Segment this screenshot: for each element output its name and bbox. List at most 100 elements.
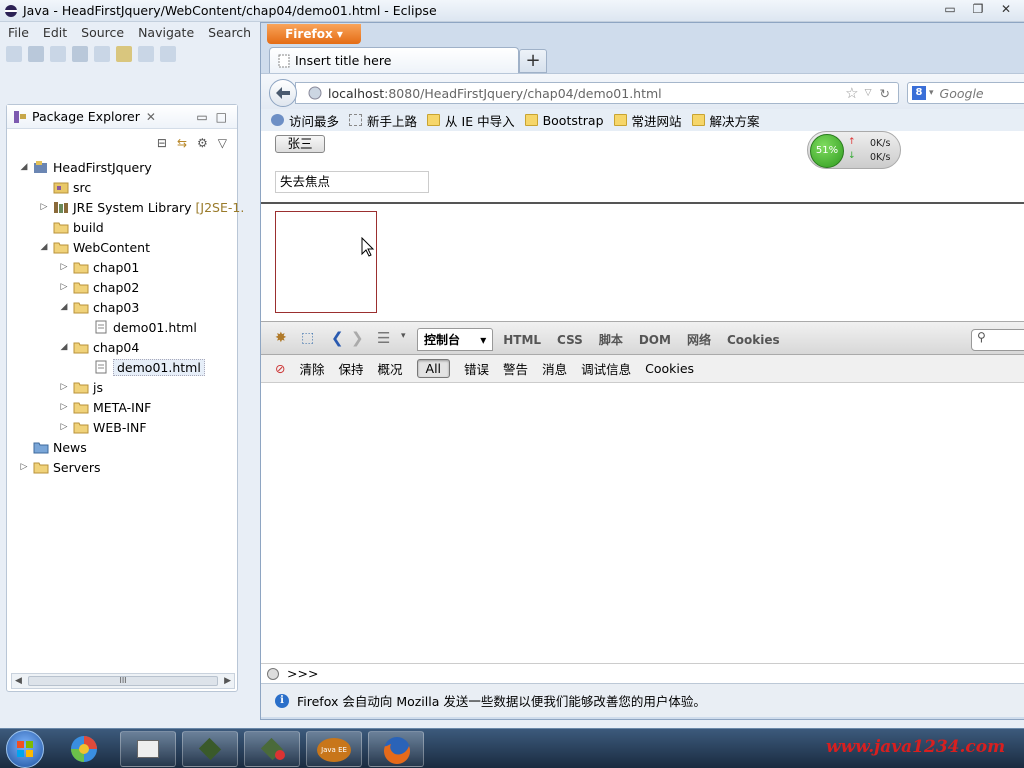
inspect-icon[interactable]: ⬚ xyxy=(301,330,314,346)
start-button[interactable] xyxy=(6,730,44,768)
minimize-view-icon[interactable]: ▭ xyxy=(196,110,207,124)
tree-item-js[interactable]: ▷ js xyxy=(59,377,103,397)
tree-item-chap04[interactable]: ◢ chap04 xyxy=(59,337,140,357)
tree-item-chap03[interactable]: ◢ chap03 xyxy=(59,297,140,317)
tree-item-chap04-demo01[interactable]: demo01.html xyxy=(79,357,205,377)
command-line[interactable]: >>> xyxy=(261,663,1024,683)
tab-html[interactable]: HTML xyxy=(503,333,541,347)
tree-item-build[interactable]: build xyxy=(39,217,104,237)
minimize-button[interactable]: ▭ xyxy=(938,0,962,18)
bookmark-frequent-sites[interactable]: 常进网站 xyxy=(613,111,682,130)
download-arrow-icon: ↓ xyxy=(848,151,856,161)
clear-console-icon[interactable]: ⊘ xyxy=(275,361,285,376)
back-icon[interactable]: ❮ xyxy=(331,329,344,347)
filter-warnings[interactable]: 警告 xyxy=(503,359,528,378)
menu-navigate[interactable]: Navigate xyxy=(138,25,194,40)
tree-item-jre-library[interactable]: ▷ JRE System Library [J2SE-1. xyxy=(39,197,245,217)
tree-item-chap01[interactable]: ▷ chap01 xyxy=(59,257,140,277)
tab-dom[interactable]: DOM xyxy=(639,333,671,347)
taskbar-app-chrome-like[interactable] xyxy=(56,731,112,767)
tree-item-chap02[interactable]: ▷ chap02 xyxy=(59,277,140,297)
tab-cookies[interactable]: Cookies xyxy=(727,333,780,347)
new-icon[interactable] xyxy=(6,46,22,62)
restore-button[interactable]: ❐ xyxy=(966,0,990,18)
tree-item-meta-inf[interactable]: ▷ META-INF xyxy=(59,397,152,417)
filter-cookies[interactable]: Cookies xyxy=(645,361,694,376)
menu-edit[interactable]: Edit xyxy=(43,25,67,40)
filter-persist[interactable]: 保持 xyxy=(339,359,364,378)
tab-script[interactable]: 脚本 xyxy=(599,331,623,348)
collapse-all-icon[interactable]: ⊟ xyxy=(157,136,167,150)
menu-file[interactable]: File xyxy=(8,25,29,40)
window-app-icon xyxy=(137,740,159,758)
taskbar-app-eclipse[interactable] xyxy=(182,731,238,767)
history-dropdown-icon[interactable]: ▽ xyxy=(865,88,872,98)
tree-item-web-inf[interactable]: ▷ WEB-INF xyxy=(59,417,147,437)
taskbar-app-javaee[interactable]: Java EE xyxy=(306,731,362,767)
save-icon[interactable] xyxy=(28,46,44,62)
close-view-icon[interactable]: ✕ xyxy=(146,110,156,124)
tree-item-news[interactable]: News xyxy=(19,437,87,457)
back-icon[interactable] xyxy=(138,46,154,62)
firebug-search-input[interactable]: ⚲ xyxy=(971,329,1024,351)
tab-net[interactable]: 网络 xyxy=(687,331,711,348)
taskbar-app-tool[interactable] xyxy=(244,731,300,767)
search-bar[interactable]: 8 ▾ Google xyxy=(907,82,1024,104)
close-button[interactable]: ✕ xyxy=(994,0,1018,18)
filter-profile[interactable]: 概况 xyxy=(378,359,403,378)
new-tab-button[interactable]: + xyxy=(519,49,547,73)
bookmark-getting-started[interactable]: 新手上路 xyxy=(349,111,417,130)
print-icon[interactable] xyxy=(72,46,88,62)
url-bar[interactable]: localhost:8080/HeadFirstJquery/chap04/de… xyxy=(295,82,899,104)
taskbar-app-explorer[interactable] xyxy=(120,731,176,767)
menu-source[interactable]: Source xyxy=(81,25,124,40)
browser-tab[interactable]: Insert title here xyxy=(269,47,519,73)
toolbar-tool-icon[interactable] xyxy=(94,46,110,62)
tree-item-webcontent[interactable]: ◢ WebContent xyxy=(39,237,150,257)
filter-clear[interactable]: 清除 xyxy=(299,359,324,378)
back-button[interactable] xyxy=(269,79,297,107)
blur-input[interactable]: 失去焦点 xyxy=(275,171,429,193)
list-icon[interactable]: ☰ xyxy=(377,329,390,347)
tab-css[interactable]: CSS xyxy=(557,333,583,347)
tree-item-chap03-demo01[interactable]: demo01.html xyxy=(79,317,197,337)
chevron-down-icon[interactable]: ▾ xyxy=(401,331,406,341)
firebug-icon[interactable]: ✸ xyxy=(275,330,287,346)
filter-all[interactable]: All xyxy=(416,359,451,378)
tree-item-src[interactable]: src xyxy=(39,177,91,197)
zhangsan-button[interactable]: 张三 xyxy=(275,135,325,153)
tab-console[interactable]: 控制台 ▾ xyxy=(417,328,494,351)
bookmark-bootstrap[interactable]: Bootstrap xyxy=(524,113,604,128)
tree-item-servers[interactable]: ▷ Servers xyxy=(19,457,101,477)
command-editor-icon[interactable] xyxy=(267,667,279,680)
horizontal-scrollbar[interactable]: ◀ III ▶ xyxy=(11,673,235,689)
bookmark-most-visited[interactable]: 访问最多 xyxy=(271,111,339,130)
forward-icon[interactable] xyxy=(160,46,176,62)
toolbar-tool2-icon[interactable] xyxy=(116,46,132,62)
scroll-left-icon[interactable]: ◀ xyxy=(15,676,22,686)
menu-search[interactable]: Search xyxy=(208,25,251,40)
notice-text: Firefox 会自动向 Mozilla 发送一些数据以便我们能够改善您的用户体… xyxy=(297,694,706,709)
filter-debug[interactable]: 调试信息 xyxy=(581,359,631,378)
filter-info[interactable]: 消息 xyxy=(542,359,567,378)
scroll-right-icon[interactable]: ▶ xyxy=(224,676,231,686)
chevron-down-icon[interactable]: ▽ xyxy=(218,136,227,150)
reload-icon[interactable]: ↻ xyxy=(880,86,890,101)
bookmark-star-icon[interactable]: ☆ xyxy=(845,84,858,102)
search-engine-dropdown-icon[interactable]: ▾ xyxy=(929,88,934,98)
bookmark-solutions[interactable]: 解决方案 xyxy=(691,111,760,130)
forward-icon[interactable]: ❯ xyxy=(351,329,364,347)
firefox-menu-button[interactable]: Firefox ▾ xyxy=(267,24,361,44)
scroll-thumb[interactable]: III xyxy=(27,676,219,686)
filter-errors[interactable]: 错误 xyxy=(464,359,489,378)
save-all-icon[interactable] xyxy=(50,46,66,62)
view-menu-icon[interactable]: ⚙ xyxy=(197,136,208,150)
bookmark-import-ie[interactable]: 从 IE 中导入 xyxy=(427,111,515,130)
link-editor-icon[interactable]: ⇆ xyxy=(177,136,187,150)
maximize-view-icon[interactable]: □ xyxy=(216,110,227,124)
taskbar-app-firefox[interactable] xyxy=(368,731,424,767)
folder-icon xyxy=(33,442,49,454)
tree-item-headfirstjquery[interactable]: ◢ HeadFirstJquery xyxy=(19,157,152,177)
network-speed-widget[interactable]: 51% ↑ ↓ 0K/s 0K/s xyxy=(807,131,901,169)
package-explorer-tab[interactable]: Package Explorer ✕ ▭ □ xyxy=(7,105,237,129)
